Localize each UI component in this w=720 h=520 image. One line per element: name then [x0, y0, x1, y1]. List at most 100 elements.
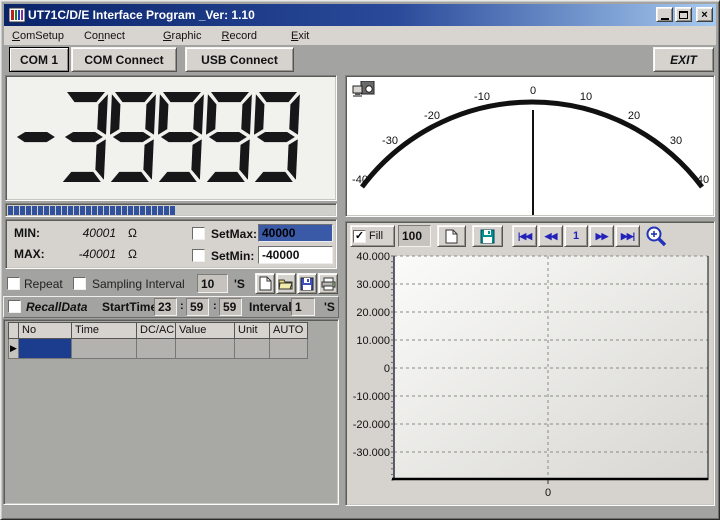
recall-interval-input[interactable] — [291, 298, 315, 316]
sampling-interval-input[interactable] — [197, 274, 228, 293]
fill-checkbox[interactable]: ✓ — [353, 230, 366, 243]
gauge-tick-0: 0 — [530, 85, 536, 97]
progress-segment — [140, 206, 145, 215]
minmax-panel: MIN: 40001 Ω MAX: -40001 Ω SetMax: SetMi… — [5, 219, 337, 269]
starttime-label: StartTime — [102, 300, 157, 314]
cell-unit[interactable] — [235, 339, 270, 359]
save-record-button[interactable] — [297, 273, 317, 294]
svg-text:20.000: 20.000 — [356, 307, 390, 319]
menu-record[interactable]: Record — [216, 28, 263, 44]
recall-interval-label: Interval — [249, 300, 292, 314]
col-auto: AUTO — [270, 322, 308, 339]
progress-segment — [26, 206, 31, 215]
nav-first-button[interactable]: |◀◀ — [512, 225, 537, 247]
chart-new-button[interactable] — [437, 225, 466, 247]
cell-dcac[interactable] — [137, 339, 176, 359]
gauge-tick-10: 10 — [580, 91, 592, 103]
titlebar[interactable]: UT71C/D/E Interface Program _Ver: 1.10 × — [4, 4, 716, 26]
nav-page-button[interactable]: 1 — [564, 225, 588, 247]
x-axis-label: 0 — [545, 487, 551, 499]
recalldata-checkbox[interactable] — [8, 300, 21, 313]
sample-count-input[interactable] — [398, 225, 431, 247]
app-window: UT71C/D/E Interface Program _Ver: 1.10 ×… — [0, 0, 720, 520]
nav-prev-button[interactable]: ◀◀ — [538, 225, 563, 247]
gauge-tick--30: -30 — [382, 135, 398, 147]
progress-segment — [56, 206, 61, 215]
setmin-input[interactable] — [258, 246, 333, 264]
progress-segment — [104, 206, 109, 215]
chart-save-button[interactable] — [472, 225, 503, 247]
gauge-tick-40: 40 — [697, 174, 709, 186]
chart-panel: ✓ Fill |◀◀ ◀◀ 1 ▶▶ ▶▶| — [345, 221, 715, 506]
starttime-second-input[interactable] — [219, 298, 242, 316]
gauge-tick-20: 20 — [628, 110, 640, 122]
cell-time[interactable] — [72, 339, 137, 359]
progress-segment — [92, 206, 97, 215]
nav-last-button[interactable]: ▶▶| — [615, 225, 640, 247]
progress-segment — [80, 206, 85, 215]
menu-bar: ComSetup Connect Graphic Record Exit — [4, 26, 716, 45]
menu-comsetup[interactable]: ComSetup — [6, 28, 70, 44]
menu-graphic[interactable]: Graphic — [157, 28, 208, 44]
starttime-minute-input[interactable] — [186, 298, 209, 316]
progress-segment — [20, 206, 25, 215]
close-icon: × — [701, 9, 707, 21]
zoom-icon[interactable] — [645, 225, 668, 248]
progress-segment — [128, 206, 133, 215]
col-dcac: DC/AC — [137, 322, 176, 339]
menu-exit[interactable]: Exit — [285, 28, 315, 44]
com-connect-button[interactable]: COM Connect — [71, 47, 177, 72]
setmax-checkbox[interactable] — [192, 227, 205, 240]
save-floppy-icon — [300, 277, 314, 291]
progress-segment — [44, 206, 49, 215]
cell-no-selected[interactable] — [19, 339, 72, 359]
close-button[interactable]: × — [696, 7, 713, 22]
cell-auto[interactable] — [270, 339, 308, 359]
usb-connect-button[interactable]: USB Connect — [185, 47, 294, 72]
save-floppy-icon — [480, 229, 495, 244]
row-marker-cell[interactable]: ▶ — [8, 339, 19, 359]
gauge-tick-30: 30 — [670, 135, 682, 147]
setmax-input[interactable] — [258, 224, 333, 242]
setmin-label: SetMin: — [211, 249, 254, 263]
minimize-button[interactable] — [656, 7, 673, 22]
col-time: Time — [72, 322, 137, 339]
min-label: MIN: — [14, 226, 40, 240]
menu-connect[interactable]: Connect — [78, 28, 131, 44]
progress-segment — [152, 206, 157, 215]
cell-value[interactable] — [176, 339, 235, 359]
setmax-label: SetMax: — [211, 227, 257, 241]
printer-icon — [321, 277, 336, 291]
progress-segment — [122, 206, 127, 215]
col-unit: Unit — [235, 322, 270, 339]
repeat-checkbox[interactable] — [7, 277, 20, 290]
setmin-checkbox[interactable] — [192, 249, 205, 262]
com-port-button[interactable]: COM 1 — [9, 47, 69, 72]
exit-button[interactable]: EXIT — [653, 47, 714, 72]
print-record-button[interactable] — [318, 273, 338, 294]
new-file-icon — [445, 229, 458, 244]
svg-text:-10.000: -10.000 — [353, 391, 390, 403]
svg-text:0: 0 — [384, 363, 390, 375]
gauge-tick--40: -40 — [352, 174, 368, 186]
sampling-interval-checkbox[interactable] — [73, 277, 86, 290]
progress-segment — [14, 206, 19, 215]
recalldata-label: RecallData — [26, 300, 87, 314]
y-axis-minor-ticks — [391, 256, 394, 480]
nav-next-button[interactable]: ▶▶ — [589, 225, 614, 247]
app-icon — [9, 7, 25, 23]
progress-segment — [86, 206, 91, 215]
time-colon: : — [180, 300, 184, 312]
recall-panel: RecallData StartTime : : Interval 'S — [3, 296, 339, 318]
maximize-button[interactable] — [675, 7, 692, 22]
y-axis-labels: 40.000 30.000 20.000 10.000 0 -10.000 -2… — [353, 251, 390, 459]
progress-segment — [158, 206, 163, 215]
fill-toggle[interactable]: ✓ Fill — [350, 225, 395, 247]
new-record-button[interactable] — [255, 273, 275, 294]
max-unit: Ω — [128, 247, 137, 261]
starttime-hour-input[interactable] — [154, 298, 177, 316]
min-value: 40001 — [58, 226, 116, 240]
open-record-button[interactable] — [276, 273, 296, 294]
progress-segment — [146, 206, 151, 215]
record-table-header: NoTimeDC/ACValueUnitAUTO — [8, 322, 308, 339]
